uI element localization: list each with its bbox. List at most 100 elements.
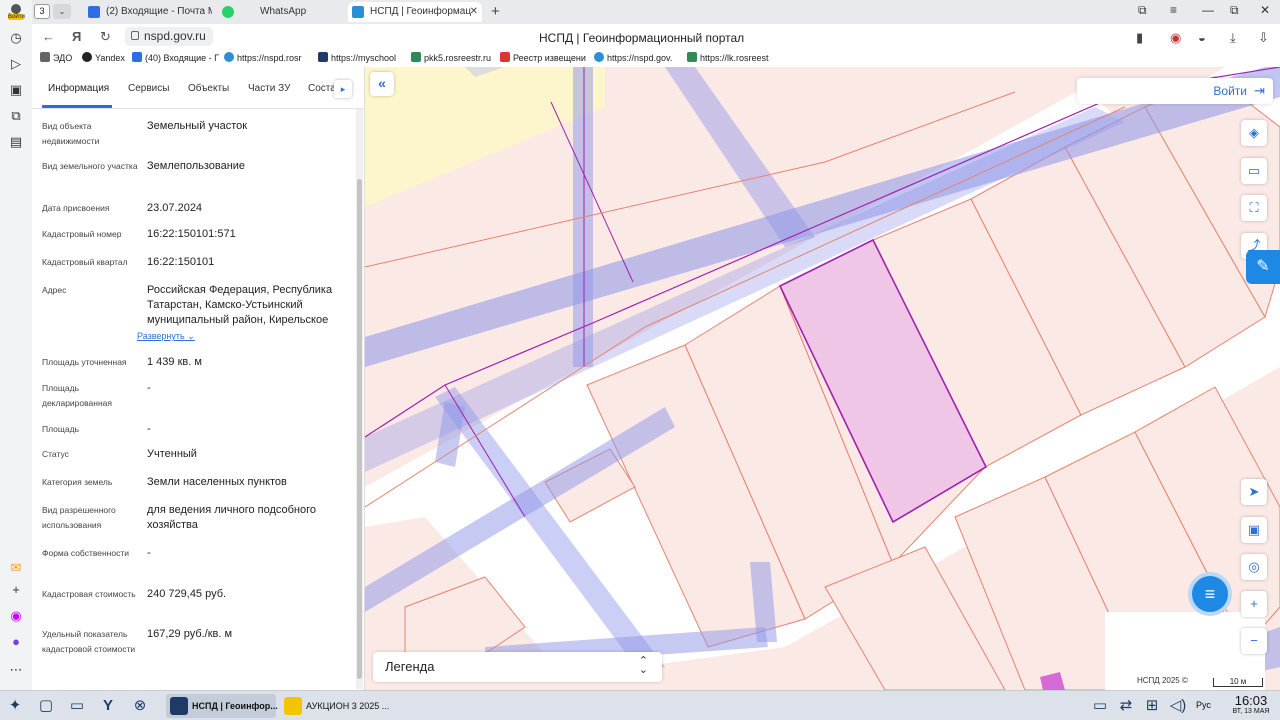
- collapse-panel-button[interactable]: «: [370, 72, 394, 96]
- zoom-in-button[interactable]: +: [1241, 591, 1267, 617]
- start-menu-icon[interactable]: ✦: [5, 696, 25, 716]
- bookmark-item[interactable]: Реестр извещени: [500, 52, 586, 63]
- field-label: Вид земельного участка: [42, 161, 138, 171]
- mail-app-icon[interactable]: ✉: [8, 560, 24, 576]
- bookmark-item[interactable]: (40) Входящие - Г: [132, 52, 219, 63]
- expand-label: Развернуть: [137, 331, 185, 341]
- protect-icon[interactable]: ◒: [1198, 30, 1206, 45]
- rosreestr-bm-icon: [411, 52, 421, 62]
- geo-search-button[interactable]: ◎: [1241, 554, 1267, 580]
- notes-icon[interactable]: ▤: [8, 134, 24, 150]
- tab-information[interactable]: Информация: [48, 83, 109, 94]
- tab-whatsapp[interactable]: WhatsApp: [218, 2, 344, 22]
- yandex-icon[interactable]: Я: [72, 29, 81, 44]
- task-folder[interactable]: АУКЦИОН 3 2025 ...: [280, 694, 390, 718]
- bookmark-tabs-icon[interactable]: ⧉: [1138, 3, 1147, 18]
- downloads-icon[interactable]: ⤓: [1230, 30, 1236, 46]
- tab-count[interactable]: 3: [34, 4, 50, 19]
- chat-button[interactable]: ≡: [1188, 572, 1232, 616]
- legend-box[interactable]: Легенда ⌃ ⌄: [373, 652, 662, 682]
- profile-icon[interactable]: ⇩: [1258, 30, 1269, 46]
- browser-tabbar: 3 ⌄ (2) Входящие - Почта Ма WhatsApp НСП…: [32, 0, 1280, 24]
- tab-mail-title: (2) Входящие - Почта Ма: [106, 6, 212, 17]
- volume-icon[interactable]: ◁): [1168, 696, 1188, 716]
- locate-button[interactable]: ➤: [1241, 479, 1267, 505]
- field-value: Землепользование: [147, 160, 246, 172]
- close-window-icon[interactable]: ✕: [1260, 3, 1270, 17]
- field-value: для ведения личного подсобного хозяйства: [147, 504, 317, 531]
- minimize-icon[interactable]: —: [1202, 3, 1214, 17]
- history-icon[interactable]: ◷: [8, 30, 24, 46]
- tab-parts[interactable]: Части ЗУ: [248, 83, 290, 94]
- mail-bm-icon: [132, 52, 142, 62]
- screenshot-icon[interactable]: ⧉: [8, 108, 24, 124]
- more-icon[interactable]: ⋯: [8, 662, 24, 678]
- bookmark-item[interactable]: https://nspd.rosr: [224, 52, 302, 63]
- window-icon[interactable]: ▢: [36, 696, 56, 716]
- folder-icon[interactable]: ▭: [67, 696, 87, 716]
- map-canvas[interactable]: « Войти ⇥ ◈ ▭ ⛶ ⤴ ✎ ➤ ▣ ◎ + − ≡ Легенда …: [365, 67, 1280, 690]
- extension-icon[interactable]: ◉: [1170, 30, 1181, 46]
- back-icon[interactable]: ←: [42, 29, 55, 44]
- select-area-button[interactable]: ⛶: [1241, 195, 1267, 221]
- alice-icon[interactable]: ●: [8, 634, 24, 650]
- menu-icon[interactable]: ≡: [1170, 3, 1177, 17]
- field-label: Кадастровый квартал: [42, 257, 128, 267]
- network-icon[interactable]: ⇄: [1116, 696, 1136, 716]
- bookmark-item[interactable]: https://nspd.gov.: [594, 52, 672, 63]
- reload-icon[interactable]: ↻: [100, 29, 111, 45]
- close-circle-icon[interactable]: ⊗: [130, 696, 150, 716]
- tab-nspd-title: НСПД | Геоинформац: [370, 6, 472, 17]
- login-box[interactable]: Войти ⇥: [1077, 78, 1273, 104]
- tabs-icon[interactable]: ▣: [8, 82, 24, 98]
- field-label: Площадь уточненная: [42, 357, 127, 367]
- task-browser[interactable]: НСПД | Геоинфор...: [166, 694, 278, 718]
- field-value: 1 439 кв. м: [147, 356, 202, 368]
- expand-address-link[interactable]: Развернуть ⌄: [137, 331, 195, 342]
- yandex-browser-icon[interactable]: Y: [98, 696, 118, 716]
- play-icon[interactable]: ▷: [8, 56, 24, 72]
- tab-nspd[interactable]: НСПД | Геоинформац ✕: [348, 2, 482, 22]
- bookmark-item[interactable]: https://lk.rosreest: [687, 52, 769, 63]
- field-value: Российская Федерация, Республика Татарст…: [147, 284, 333, 326]
- field-value: 16:22:150101: [147, 256, 215, 268]
- bookmark-item[interactable]: https://myschool: [318, 52, 396, 63]
- tab-objects[interactable]: Объекты: [188, 83, 229, 94]
- feedback-badge-icon[interactable]: ✎: [1246, 250, 1280, 284]
- display-icon[interactable]: ▭: [1090, 696, 1110, 716]
- bookmark-item[interactable]: Yandex: [82, 52, 125, 63]
- panel-scrollbar[interactable]: [356, 109, 363, 689]
- tabs-next-button[interactable]: ▸: [334, 80, 352, 98]
- tab-composition[interactable]: Соста: [308, 83, 336, 94]
- scrollbar-thumb[interactable]: [357, 179, 362, 679]
- os-taskbar: ✦ ▢ ▭ Y ⊗ НСПД | Геоинфор... АУКЦИОН 3 2…: [0, 690, 1280, 720]
- bookmarks-bar: ЭДО Yandex (40) Входящие - Г https://nsp…: [36, 50, 1280, 67]
- address-bar-row: ← Я ↻ nspd.gov.ru НСПД | Геоинформационн…: [32, 24, 1280, 50]
- layers-button[interactable]: ◈: [1241, 120, 1267, 146]
- bookmark-icon[interactable]: ▮: [1136, 30, 1143, 46]
- os-avatar[interactable]: Войти: [6, 2, 26, 22]
- market-icon[interactable]: ◉: [8, 608, 24, 624]
- tab-mail[interactable]: (2) Входящие - Почта Ма: [84, 2, 212, 22]
- tab-services[interactable]: Сервисы: [128, 83, 169, 94]
- zoom-out-button[interactable]: −: [1241, 628, 1267, 654]
- bookmark-item[interactable]: ЭДО: [40, 52, 72, 63]
- field-label: Вид разрешенного использования: [42, 505, 116, 530]
- minimap-button[interactable]: ▣: [1241, 517, 1267, 543]
- apps-grid-icon[interactable]: ⊞: [1142, 696, 1162, 716]
- restore-icon[interactable]: ⧉: [1230, 3, 1239, 18]
- tab-list-button[interactable]: ⌄: [53, 4, 71, 19]
- field-label: Площадь: [42, 424, 80, 434]
- keyboard-layout[interactable]: Рус: [1196, 700, 1211, 710]
- url-text: nspd.gov.ru: [144, 29, 206, 43]
- close-tab-icon[interactable]: ✕: [470, 2, 478, 22]
- bookmark-label: Реестр извещени: [513, 53, 586, 63]
- url-field[interactable]: nspd.gov.ru: [125, 27, 213, 46]
- cadastral-map[interactable]: [365, 67, 1280, 690]
- ruler-button[interactable]: ▭: [1241, 158, 1267, 184]
- field-value: Учтенный: [147, 448, 197, 460]
- add-icon[interactable]: +: [8, 582, 24, 598]
- bookmark-item[interactable]: pkk5.rosreestr.ru: [411, 52, 491, 63]
- field-label: Кадастровая стоимость: [42, 589, 136, 599]
- new-tab-button[interactable]: +: [491, 3, 500, 20]
